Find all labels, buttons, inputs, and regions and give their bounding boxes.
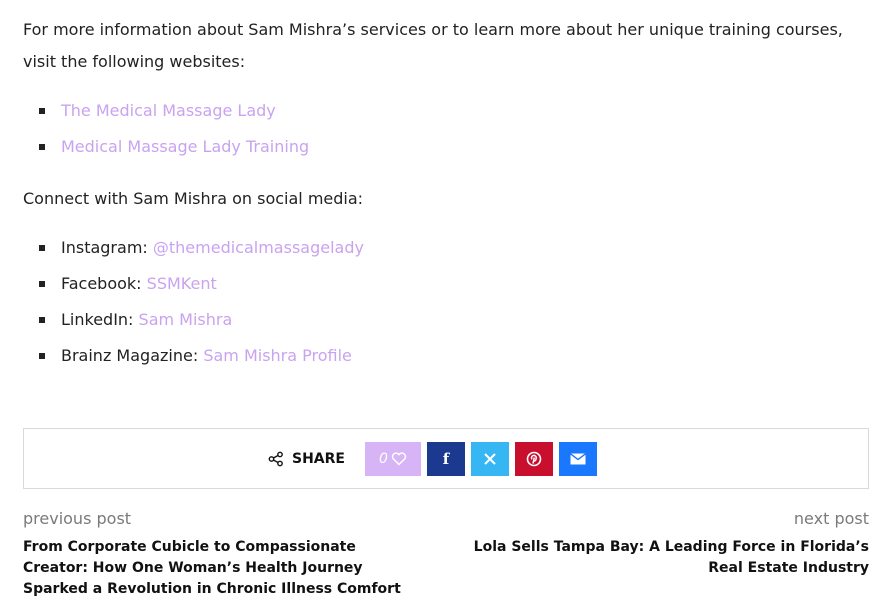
facebook-share-button[interactable]: f	[426, 442, 465, 476]
instagram-link[interactable]: @themedicalmassagelady	[153, 238, 364, 257]
bullet-icon	[39, 245, 45, 251]
bullet-icon	[39, 353, 45, 359]
list-item: The Medical Massage Lady	[23, 93, 309, 129]
pinterest-icon	[526, 451, 542, 467]
bullet-icon	[39, 317, 45, 323]
previous-post-link[interactable]: From Corporate Cubicle to Compassionate …	[23, 537, 413, 600]
website-link-training[interactable]: Medical Massage Lady Training	[61, 137, 309, 156]
email-icon	[570, 453, 586, 465]
brainz-magazine-link[interactable]: Sam Mishra Profile	[203, 346, 352, 365]
bullet-icon	[39, 281, 45, 287]
linkedin-link[interactable]: Sam Mishra	[139, 310, 233, 329]
like-count: 0	[379, 451, 388, 467]
share-controls: SHARE 0 f	[268, 442, 603, 476]
heart-icon	[391, 452, 407, 466]
x-icon	[484, 453, 496, 465]
list-item: Brainz Magazine: Sam Mishra Profile	[23, 338, 364, 374]
share-bar: SHARE 0 f	[23, 428, 869, 489]
list-item: Facebook: SSMKent	[23, 266, 364, 302]
list-item: Medical Massage Lady Training	[23, 129, 309, 165]
email-share-button[interactable]	[558, 442, 597, 476]
social-platform-label: Facebook:	[61, 274, 147, 293]
social-intro-paragraph: Connect with Sam Mishra on social media:	[23, 189, 364, 208]
list-item: Instagram: @themedicalmassagelady	[23, 230, 364, 266]
social-list: Instagram: @themedicalmassagelady Facebo…	[23, 230, 364, 374]
social-platform-label: LinkedIn:	[61, 310, 139, 329]
bullet-icon	[39, 144, 45, 150]
x-share-button[interactable]	[470, 442, 509, 476]
next-post-link[interactable]: Lola Sells Tampa Bay: A Leading Force in…	[449, 537, 869, 579]
pinterest-share-button[interactable]	[514, 442, 553, 476]
website-list: The Medical Massage Lady Medical Massage…	[23, 93, 309, 165]
facebook-link[interactable]: SSMKent	[147, 274, 217, 293]
list-item: LinkedIn: Sam Mishra	[23, 302, 364, 338]
facebook-icon: f	[442, 450, 450, 468]
next-post-label: next post	[793, 509, 869, 528]
social-platform-label: Instagram:	[61, 238, 153, 257]
share-label: SHARE	[268, 451, 345, 467]
share-text: SHARE	[292, 451, 345, 467]
previous-post-label: previous post	[23, 509, 132, 528]
social-platform-label: Brainz Magazine:	[61, 346, 204, 365]
website-link-medical-massage-lady[interactable]: The Medical Massage Lady	[61, 101, 276, 120]
intro-paragraph: For more information about Sam Mishra’s …	[23, 20, 843, 71]
like-button[interactable]: 0	[364, 442, 421, 476]
share-icon	[268, 451, 283, 467]
bullet-icon	[39, 108, 45, 114]
